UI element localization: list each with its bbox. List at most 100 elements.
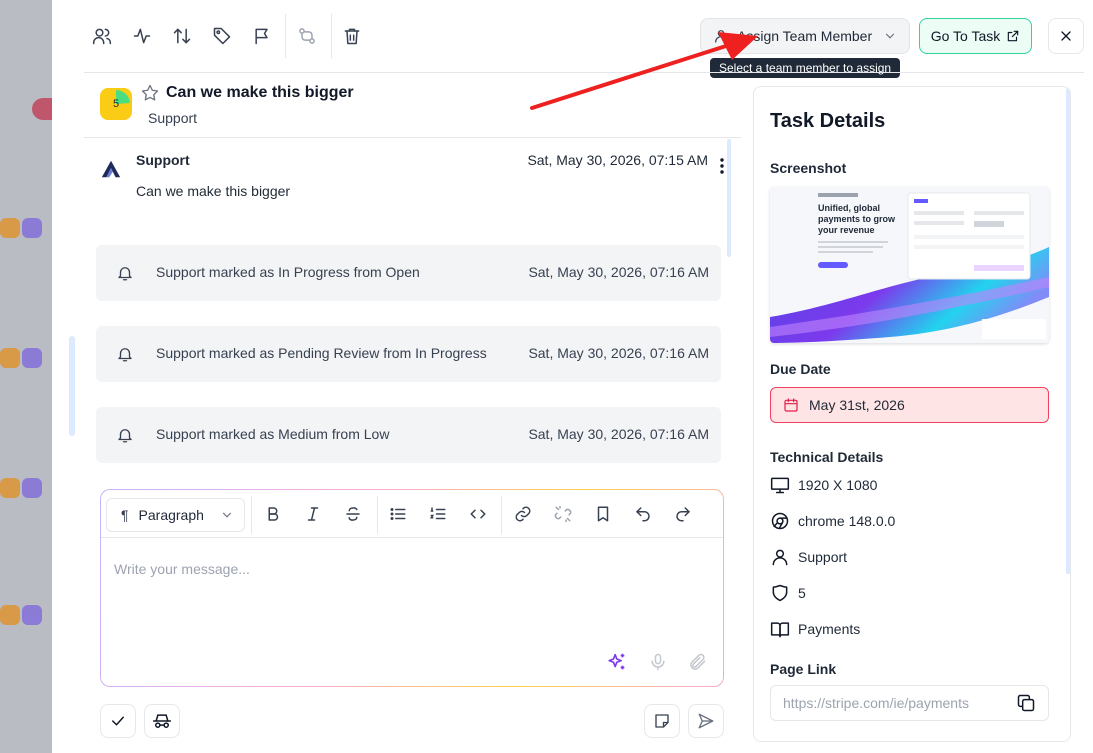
svg-text:payments to grow: payments to grow (818, 214, 896, 224)
external-link-icon (1008, 30, 1019, 42)
tag-icon[interactable] (210, 24, 234, 48)
users-icon[interactable] (90, 24, 114, 48)
activity-event: Support marked as Pending Review from In… (96, 326, 721, 382)
message-body: Can we make this bigger (136, 183, 291, 199)
event-timestamp: Sat, May 30, 2026, 07:16 AM (528, 345, 709, 361)
backdrop-status-dots (0, 478, 42, 498)
page-link-field[interactable]: https://stripe.com/ie/payments (770, 685, 1049, 721)
bold-icon[interactable] (263, 504, 283, 524)
incognito-icon (152, 714, 172, 728)
browser-row: chrome 148.0.0 (770, 511, 895, 531)
message-input[interactable] (101, 539, 723, 639)
check-icon (112, 716, 124, 726)
avatar (101, 160, 121, 178)
task-title: Can we make this bigger (166, 84, 354, 101)
ai-sparkle-icon[interactable] (606, 651, 628, 673)
event-timestamp: Sat, May 30, 2026, 07:16 AM (528, 264, 709, 280)
bell-icon (118, 267, 132, 281)
task-modal: Assign Team Member Select a team member … (52, 0, 1093, 753)
close-button[interactable] (1048, 18, 1084, 54)
numbered-list-icon[interactable] (428, 504, 448, 524)
screenshot-thumbnail[interactable]: Unified, global payments to grow your re… (770, 187, 1049, 343)
technical-details-label: Technical Details (770, 449, 884, 465)
code-icon[interactable] (468, 504, 488, 524)
star-icon[interactable] (140, 83, 160, 103)
resolution-value: 1920 X 1080 (798, 477, 878, 493)
toolbar-separator (285, 14, 286, 58)
event-timestamp: Sat, May 30, 2026, 07:16 AM (528, 426, 709, 442)
undo-icon[interactable] (633, 504, 653, 524)
bullet-list-icon[interactable] (388, 504, 408, 524)
task-details-panel: Task Details Screenshot Unified, global (753, 86, 1071, 742)
block-type-select[interactable]: ¶ Paragraph (106, 498, 245, 532)
screenshot-image: Unified, global payments to grow your re… (770, 187, 1049, 343)
italic-icon[interactable] (303, 504, 323, 524)
details-scrollbar[interactable] (1066, 88, 1070, 574)
backdrop-status-dots (0, 348, 42, 368)
strikethrough-icon[interactable] (343, 504, 363, 524)
trash-icon[interactable] (340, 24, 364, 48)
backdrop-status-dots (0, 605, 42, 625)
sticky-note-button[interactable] (644, 704, 680, 738)
copy-icon[interactable] (1016, 693, 1036, 713)
git-compare-icon[interactable] (295, 24, 319, 48)
private-note-button[interactable] (144, 704, 180, 738)
formatting-toolbar: ¶ Paragraph (101, 490, 723, 538)
svg-text:your revenue: your revenue (818, 225, 875, 235)
details-title: Task Details (770, 110, 886, 132)
go-to-task-button[interactable]: Go To Task (919, 18, 1032, 54)
chevron-down-icon (222, 512, 232, 518)
priority-value: 5 (798, 585, 806, 601)
event-text: Support marked as Pending Review from In… (156, 345, 487, 361)
chevron-down-icon (885, 33, 895, 39)
bookmark-icon[interactable] (593, 504, 613, 524)
unlink-icon[interactable] (553, 504, 573, 524)
composer-body: ¶ Paragraph (101, 490, 723, 686)
send-button[interactable] (688, 704, 724, 738)
scrollbar[interactable] (69, 336, 75, 436)
toolbar-separator (377, 496, 378, 534)
paperclip-icon[interactable] (687, 651, 709, 673)
link-icon[interactable] (513, 504, 533, 524)
activity-feed: Support Sat, May 30, 2026, 07:15 AM Can … (96, 138, 736, 478)
category-row: Payments (770, 619, 860, 639)
feed-scrollbar[interactable] (727, 139, 731, 257)
reporter-row: Support (770, 547, 847, 567)
sort-arrows-icon[interactable] (170, 24, 194, 48)
priority-number: 5 (112, 98, 120, 110)
microphone-icon[interactable] (647, 651, 669, 673)
backdrop-status-dots (0, 218, 42, 238)
book-open-icon (770, 622, 790, 638)
priority-badge[interactable]: 5 (100, 88, 132, 120)
due-date-label: Due Date (770, 361, 831, 377)
toolbar-separator (331, 14, 332, 58)
resolve-button[interactable] (100, 704, 136, 738)
resolution-row: 1920 X 1080 (770, 475, 877, 495)
modal-toolbar: Assign Team Member Select a team member … (52, 0, 1093, 78)
toolbar-separator (501, 496, 502, 534)
browser-value: chrome 148.0.0 (798, 513, 896, 529)
go-to-task-label: Go To Task (930, 28, 1001, 44)
message-author: Support (136, 152, 190, 168)
category-value: Payments (798, 621, 861, 637)
flag-icon[interactable] (250, 24, 274, 48)
screenshot-label: Screenshot (770, 160, 847, 176)
assign-tooltip: Select a team member to assign (710, 58, 901, 78)
page-link-value: https://stripe.com/ie/payments (783, 695, 969, 711)
pilcrow-icon: ¶ (121, 507, 129, 523)
priority-row: 5 (770, 583, 806, 603)
page-link-label: Page Link (770, 661, 837, 677)
event-text: Support marked as Medium from Low (156, 426, 390, 442)
shield-icon (772, 584, 788, 602)
assign-team-member-button[interactable]: Assign Team Member (700, 18, 910, 54)
due-date-value: May 31st, 2026 (809, 397, 905, 413)
activity-icon[interactable] (130, 24, 154, 48)
reporter-value: Support (798, 549, 848, 565)
monitor-icon (770, 477, 790, 494)
user-icon (772, 549, 788, 566)
due-date-picker[interactable]: May 31st, 2026 (770, 387, 1049, 423)
send-icon (698, 713, 714, 729)
calendar-icon (784, 398, 798, 412)
user-icon (715, 30, 727, 43)
redo-icon[interactable] (673, 504, 693, 524)
